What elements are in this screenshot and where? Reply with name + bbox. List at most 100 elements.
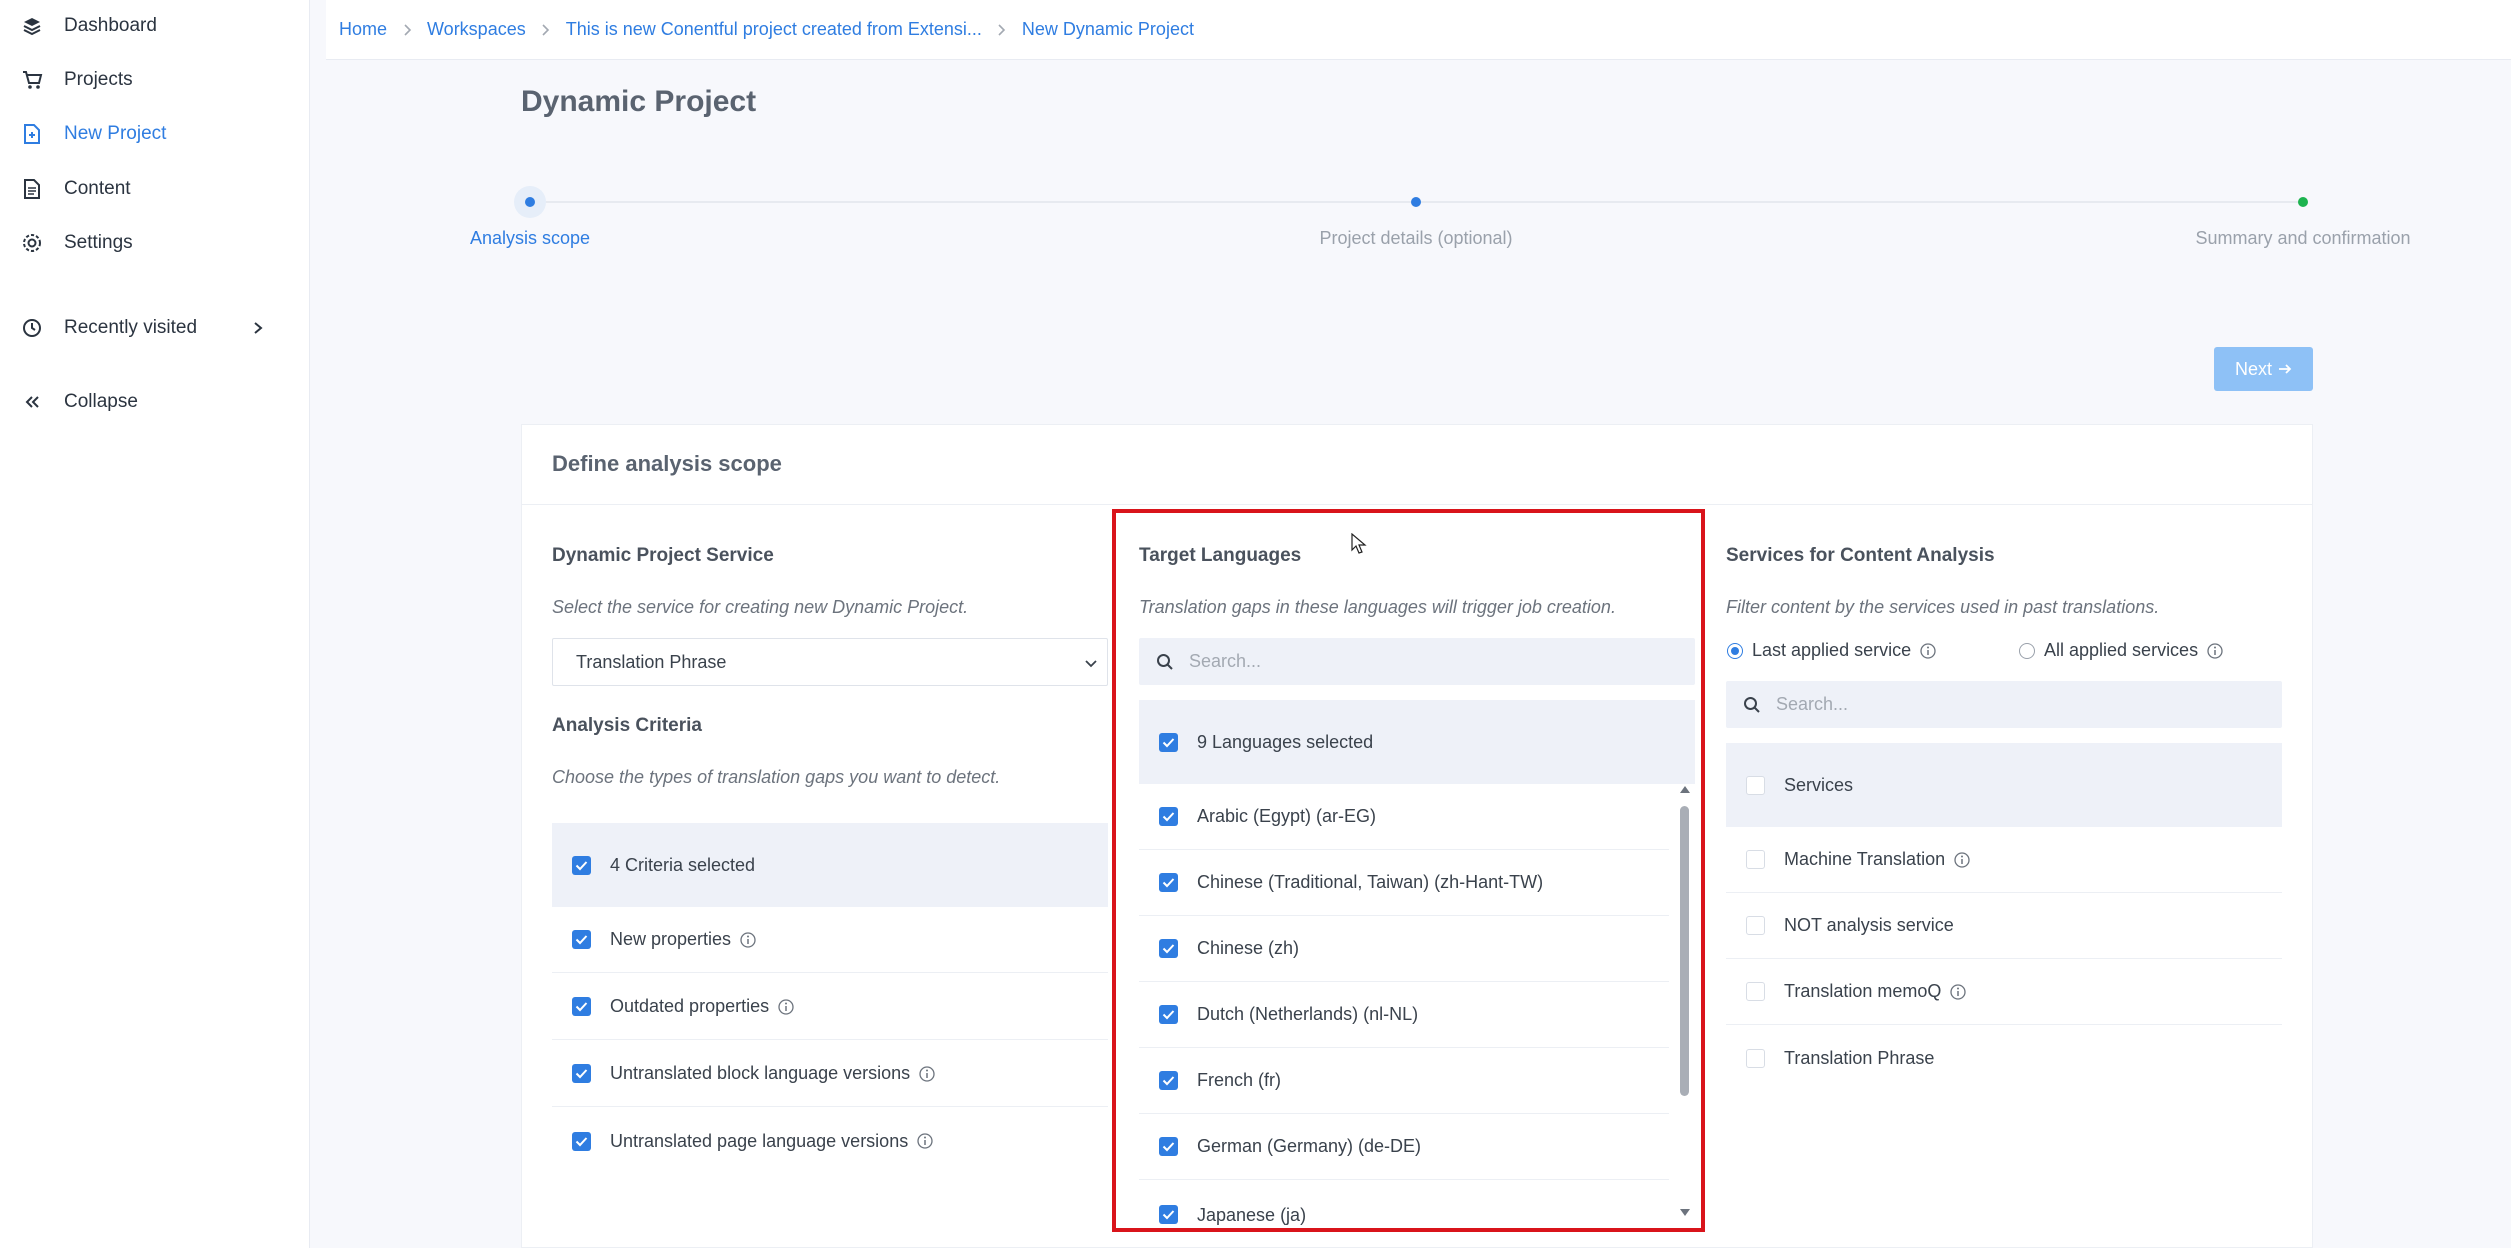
sidebar-item-new-project[interactable]: New Project [20, 114, 280, 154]
radio-button[interactable] [2019, 642, 2035, 659]
criteria-label: New properties [610, 929, 757, 950]
chevron-right-icon [246, 316, 270, 340]
criteria-label: Outdated properties [610, 996, 795, 1017]
arrow-right-icon [2278, 363, 2292, 375]
breadcrumb-project[interactable]: This is new Conentful project created fr… [566, 19, 982, 40]
criteria-checkbox[interactable] [572, 1064, 591, 1083]
sidebar-collapse[interactable]: Collapse [20, 382, 280, 422]
criteria-checkbox[interactable] [572, 930, 591, 949]
sidebar-item-label: Recently visited [64, 317, 198, 338]
service-checkbox[interactable] [1746, 850, 1765, 869]
step-label-analysis-scope[interactable]: Analysis scope [470, 228, 590, 249]
sidebar-item-recently-visited[interactable]: Recently visited [20, 308, 280, 348]
info-icon[interactable] [777, 998, 795, 1016]
breadcrumb-workspaces[interactable]: Workspaces [427, 19, 526, 40]
services-select-all-checkbox[interactable] [1746, 775, 1765, 795]
info-icon[interactable] [918, 1065, 936, 1083]
info-icon[interactable] [739, 931, 757, 949]
radio-last-applied-service[interactable]: Last applied service [1727, 640, 1937, 661]
sidebar-item-content[interactable]: Content [20, 169, 280, 209]
info-icon[interactable] [1919, 642, 1937, 660]
services-search[interactable] [1726, 681, 2282, 728]
chevron-down-icon [1083, 655, 1099, 671]
gear-icon [20, 231, 44, 255]
history-icon [20, 316, 44, 340]
breadcrumb: Home Workspaces This is new Conentful pr… [326, 0, 2511, 60]
step-label-summary[interactable]: Summary and confirmation [2195, 228, 2410, 249]
criteria-label: Untranslated block language versions [610, 1063, 936, 1084]
criteria-select-all-label: 4 Criteria selected [610, 854, 756, 875]
breadcrumb-home[interactable]: Home [339, 19, 387, 40]
criteria-select-all-row[interactable]: 4 Criteria selected [552, 823, 1108, 907]
step-dot-3 [2298, 197, 2308, 207]
sidebar-item-label: Dashboard [64, 15, 157, 36]
radio-label: All applied services [2044, 640, 2199, 660]
next-button[interactable]: Next [2214, 347, 2313, 391]
sidebar-item-dashboard[interactable]: Dashboard [20, 6, 280, 46]
service-title: Dynamic Project Service [552, 545, 774, 566]
document-icon [20, 177, 44, 201]
criteria-checkbox[interactable] [572, 997, 591, 1016]
service-label-text: Machine Translation [1784, 849, 1946, 869]
service-label-text: Translation memoQ [1784, 981, 1942, 1001]
sidebar-item-settings[interactable]: Settings [20, 223, 280, 263]
double-chevron-left-icon [20, 390, 44, 414]
sidebar-item-label: Settings [64, 232, 133, 253]
services-select-all-row[interactable]: Services [1726, 743, 2282, 827]
info-icon[interactable] [1953, 851, 1971, 869]
service-label: NOT analysis service [1784, 915, 1954, 935]
service-row[interactable]: Machine Translation [1726, 827, 2282, 893]
service-select-value: Translation Phrase [576, 651, 727, 672]
criteria-checkbox[interactable] [572, 1131, 591, 1151]
service-row[interactable]: Translation Phrase [1726, 1025, 2282, 1091]
services-description: Filter content by the services used in p… [1726, 597, 2160, 617]
service-checkbox[interactable] [1746, 1048, 1765, 1068]
sidebar: Dashboard Projects New Project Content S… [0, 0, 310, 1248]
card-header: Define analysis scope [522, 425, 2312, 505]
breadcrumb-current[interactable]: New Dynamic Project [1022, 19, 1194, 40]
sidebar-item-label: Collapse [64, 391, 138, 412]
criteria-row[interactable]: New properties [552, 907, 1108, 973]
layers-icon [20, 14, 44, 38]
sidebar-item-projects[interactable]: Projects [20, 60, 280, 100]
criteria-label-text: New properties [610, 929, 732, 949]
service-label: Translation Phrase [1784, 1047, 1935, 1068]
sidebar-item-label: Projects [64, 69, 133, 90]
chevron-right-icon [532, 20, 560, 40]
criteria-label: Untranslated page language versions [610, 1131, 934, 1152]
step-dot-1 [525, 197, 535, 207]
info-icon[interactable] [2206, 642, 2224, 660]
criteria-title: Analysis Criteria [552, 715, 702, 736]
criteria-row[interactable]: Untranslated block language versions [552, 1041, 1108, 1107]
services-search-input[interactable] [1776, 694, 2221, 715]
step-dot-2 [1411, 197, 1421, 207]
criteria-label-text: Untranslated block language versions [610, 1063, 911, 1083]
next-button-label: Next [2234, 358, 2272, 379]
services-select-all-label: Services [1784, 774, 1854, 795]
new-file-icon [20, 122, 44, 146]
radio-button[interactable] [1727, 642, 1743, 659]
mouse-cursor-icon [1351, 532, 1367, 560]
step-label-project-details[interactable]: Project details (optional) [1319, 228, 1512, 249]
sidebar-item-label: Content [64, 178, 131, 199]
service-row[interactable]: NOT analysis service [1726, 893, 2282, 959]
criteria-label-text: Outdated properties [610, 996, 770, 1016]
info-icon[interactable] [916, 1132, 934, 1150]
card-title: Define analysis scope [552, 451, 782, 476]
service-checkbox[interactable] [1746, 916, 1765, 935]
radio-all-applied-services[interactable]: All applied services [2019, 640, 2224, 661]
service-label: Translation memoQ [1784, 981, 1967, 1002]
service-row[interactable]: Translation memoQ [1726, 959, 2282, 1025]
criteria-description: Choose the types of translation gaps you… [552, 767, 1001, 787]
info-icon[interactable] [1949, 983, 1967, 1001]
service-select[interactable]: Translation Phrase [552, 638, 1108, 686]
criteria-row[interactable]: Untranslated page language versions [552, 1108, 1108, 1174]
chevron-right-icon [393, 20, 421, 40]
service-label: Machine Translation [1784, 849, 1971, 870]
service-description: Select the service for creating new Dyna… [552, 597, 969, 617]
criteria-select-all-checkbox[interactable] [572, 855, 591, 875]
target-languages-highlight [1112, 509, 1705, 1232]
criteria-row[interactable]: Outdated properties [552, 974, 1108, 1040]
services-title: Services for Content Analysis [1726, 545, 1995, 566]
service-checkbox[interactable] [1746, 982, 1765, 1001]
